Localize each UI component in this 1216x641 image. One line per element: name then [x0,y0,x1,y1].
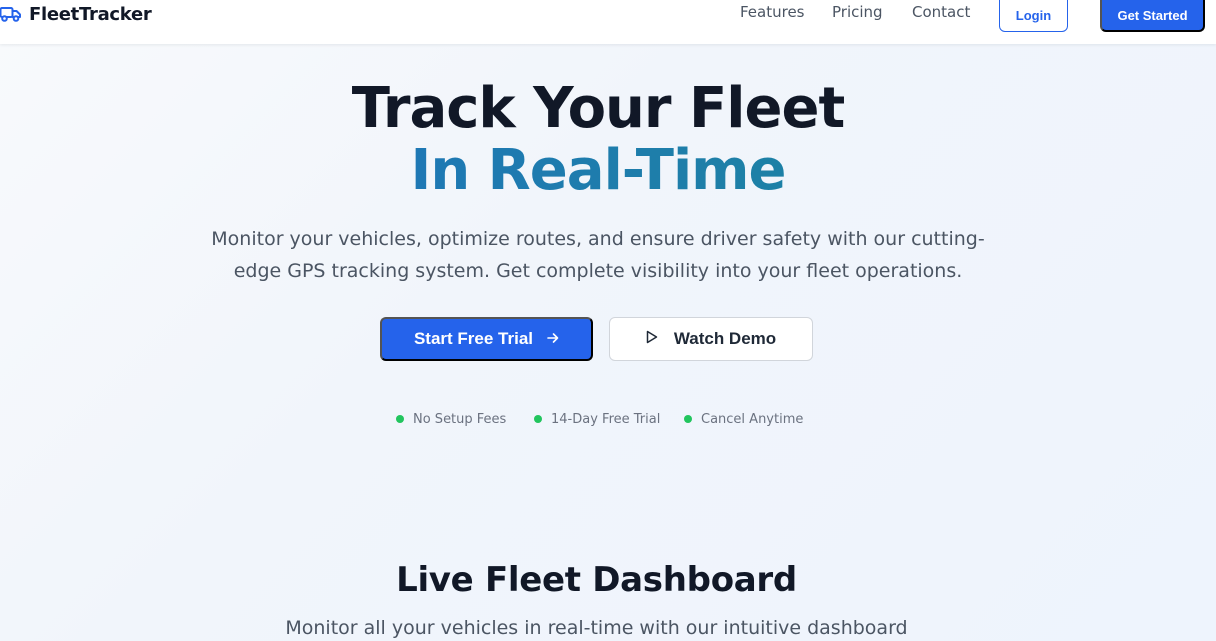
get-started-button[interactable]: Get Started [1100,0,1205,32]
arrow-right-icon [547,329,559,349]
hero-subtitle: Monitor your vehicles, optimize routes, … [211,228,985,282]
start-free-trial-label: Start Free Trial [413,329,534,348]
start-free-trial-button[interactable]: Start Free Trial [380,317,593,361]
hero-title: Track Your Fleet [351,76,845,141]
watch-demo-label: Watch Demo [673,329,777,348]
brand-name: FleetTracker [29,3,152,25]
site-header: FleetTracker Features Pricing Contact Lo… [0,0,1216,44]
feature-item: Cancel Anytime [684,410,803,428]
nav-link-pricing[interactable]: Pricing [832,3,883,21]
feature-item: 14-Day Free Trial [534,410,660,428]
check-dot-icon [396,415,404,423]
check-dot-icon [684,415,692,423]
play-icon [646,329,658,349]
hero-title-highlight: In Real-Time [0,140,1196,202]
watch-demo-button[interactable]: Watch Demo [609,317,813,361]
feature-item: No Setup Fees [396,410,506,428]
truck-icon [0,5,22,23]
feature-label: Cancel Anytime [701,411,804,427]
section-title: Live Fleet Dashboard [396,560,797,600]
login-button[interactable]: Login [999,0,1068,32]
nav-link-contact[interactable]: Contact [912,3,970,21]
brand-logo[interactable]: FleetTracker [0,0,152,28]
section-subtitle: Monitor all your vehicles in real-time w… [285,617,908,639]
check-dot-icon [534,415,542,423]
nav-link-features[interactable]: Features [740,3,805,21]
feature-label: 14-Day Free Trial [551,411,661,427]
feature-label: No Setup Fees [413,411,507,427]
